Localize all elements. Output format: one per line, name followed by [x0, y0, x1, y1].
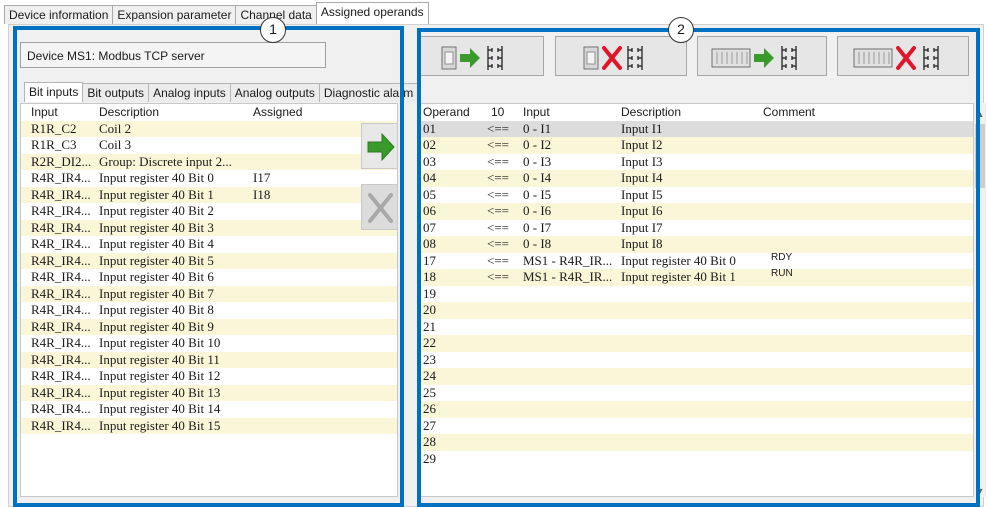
callout-number-1: 1	[260, 17, 286, 43]
top-tab-bar: Device information Expansion parameter C…	[0, 0, 429, 24]
tab-assigned-operands[interactable]: Assigned operands	[315, 2, 429, 24]
callout-number-2: 2	[668, 17, 694, 43]
tab-device-information[interactable]: Device information	[4, 5, 114, 24]
callout-frame-2	[417, 28, 980, 507]
callout-frame-1	[13, 26, 404, 507]
tab-expansion-parameter[interactable]: Expansion parameter	[112, 5, 237, 24]
